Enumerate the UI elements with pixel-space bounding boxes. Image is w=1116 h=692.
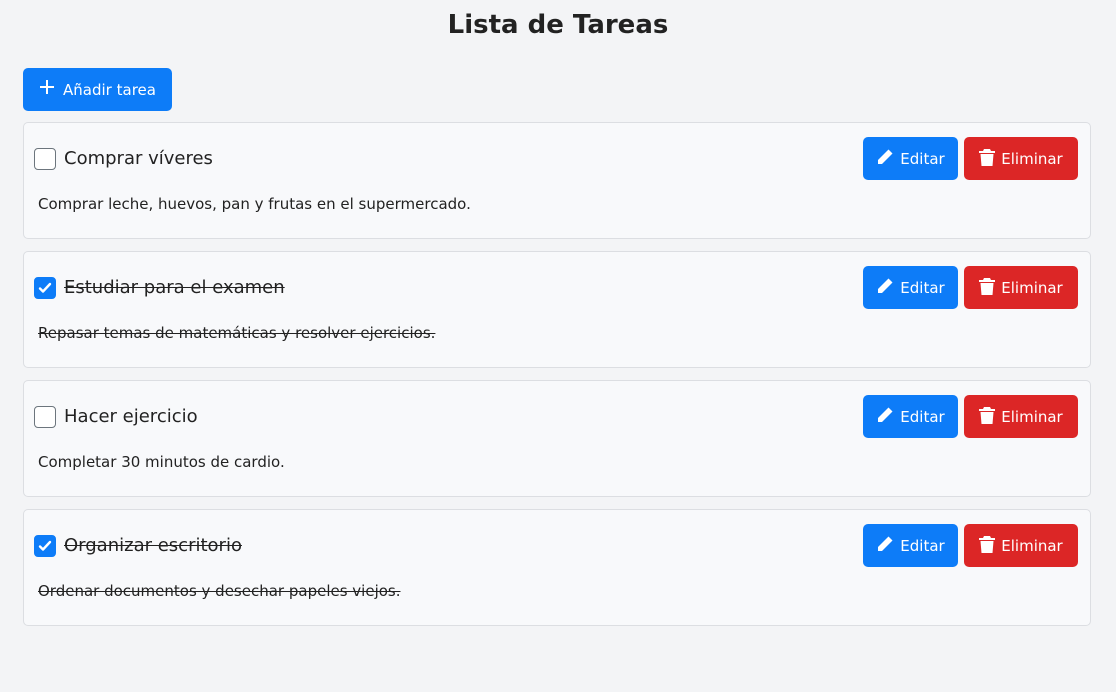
pencil-icon xyxy=(876,406,894,428)
task-title: Comprar víveres xyxy=(64,148,213,169)
task-checkbox[interactable] xyxy=(34,277,56,299)
page: Lista de Tareas Añadir tarea Comprar vív… xyxy=(0,0,1116,692)
edit-label: Editar xyxy=(900,278,945,297)
task-item: Comprar víveres Comprar leche, huevos, p… xyxy=(23,122,1091,239)
plus-icon xyxy=(39,78,55,100)
pencil-icon xyxy=(876,277,894,299)
add-task-label: Añadir tarea xyxy=(63,80,156,99)
edit-button[interactable]: Editar xyxy=(863,266,958,309)
delete-label: Eliminar xyxy=(1001,149,1063,168)
task-list: Comprar víveres Comprar leche, huevos, p… xyxy=(23,122,1091,638)
edit-button[interactable]: Editar xyxy=(863,137,958,180)
task-checkbox[interactable] xyxy=(34,148,56,170)
edit-button[interactable]: Editar xyxy=(863,524,958,567)
edit-label: Editar xyxy=(900,149,945,168)
edit-label: Editar xyxy=(900,407,945,426)
add-task-button[interactable]: Añadir tarea xyxy=(23,68,172,111)
pencil-icon xyxy=(876,148,894,170)
task-description: Completar 30 minutos de cardio. xyxy=(38,453,285,471)
task-item: Hacer ejercicio Completar 30 minutos de … xyxy=(23,380,1091,497)
task-title: Organizar escritorio xyxy=(64,535,242,556)
task-checkbox[interactable] xyxy=(34,535,56,557)
edit-label: Editar xyxy=(900,536,945,555)
trash-icon xyxy=(979,148,996,170)
delete-label: Eliminar xyxy=(1001,536,1063,555)
trash-icon xyxy=(979,277,996,299)
task-item: Estudiar para el examen Repasar temas de… xyxy=(23,251,1091,368)
delete-button[interactable]: Eliminar xyxy=(964,137,1078,180)
trash-icon xyxy=(979,535,996,557)
task-description: Ordenar documentos y desechar papeles vi… xyxy=(38,582,401,600)
delete-button[interactable]: Eliminar xyxy=(964,524,1078,567)
delete-button[interactable]: Eliminar xyxy=(964,266,1078,309)
task-checkbox[interactable] xyxy=(34,406,56,428)
pencil-icon xyxy=(876,535,894,557)
delete-label: Eliminar xyxy=(1001,278,1063,297)
task-title: Estudiar para el examen xyxy=(64,277,285,298)
task-description: Comprar leche, huevos, pan y frutas en e… xyxy=(38,195,471,213)
delete-label: Eliminar xyxy=(1001,407,1063,426)
page-title: Lista de Tareas xyxy=(447,10,669,40)
edit-button[interactable]: Editar xyxy=(863,395,958,438)
task-title: Hacer ejercicio xyxy=(64,406,198,427)
task-item: Organizar escritorio Ordenar documentos … xyxy=(23,509,1091,626)
task-description: Repasar temas de matemáticas y resolver … xyxy=(38,324,436,342)
trash-icon xyxy=(979,406,996,428)
delete-button[interactable]: Eliminar xyxy=(964,395,1078,438)
